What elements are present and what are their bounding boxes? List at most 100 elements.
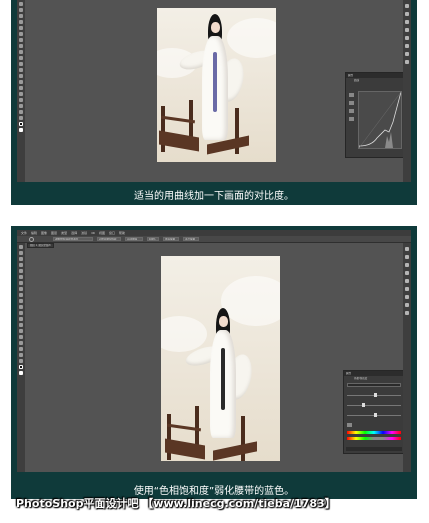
curves-graph[interactable] (358, 91, 402, 149)
path-select-tool-icon[interactable] (19, 98, 23, 102)
menu-item-file[interactable]: 文件 (21, 231, 27, 235)
path-select-tool-icon[interactable] (19, 341, 23, 345)
hand-tool-icon[interactable] (19, 110, 23, 114)
brush-tool-icon[interactable] (19, 44, 23, 48)
option-checkbox[interactable]: 自动增强 (125, 237, 143, 241)
foreground-color-swatch[interactable] (19, 365, 23, 369)
quick-select-tool-icon[interactable] (19, 263, 23, 267)
stamp-tool-icon[interactable] (19, 293, 23, 297)
swatches-panel-icon[interactable] (405, 295, 409, 299)
menu-item-window[interactable]: 窗口 (109, 231, 115, 235)
marquee-tool-icon[interactable] (19, 251, 23, 255)
mist-shape (161, 316, 207, 352)
left-toolbar (17, 0, 25, 182)
canvas-photo (161, 256, 280, 461)
zoom-100-button[interactable]: 100% (147, 237, 159, 241)
gradient-tool-icon[interactable] (19, 311, 23, 315)
document-tab[interactable]: 图层 1, 图层蒙版/8 (27, 243, 54, 248)
right-panel-strip (403, 0, 411, 182)
zoom-tool-option-icon[interactable] (29, 237, 34, 242)
fit-screen-button[interactable]: 适合屏幕 (183, 237, 199, 241)
blur-tool-icon[interactable] (19, 317, 23, 321)
history-panel-icon[interactable] (405, 4, 409, 8)
zoom-tool-icon[interactable] (19, 116, 23, 120)
eyedropper-tool-icon[interactable] (19, 32, 23, 36)
lasso-tool-icon[interactable] (19, 14, 23, 18)
layers-panel-icon[interactable] (405, 271, 409, 275)
character-panel-icon[interactable] (405, 311, 409, 315)
crop-tool-icon[interactable] (19, 269, 23, 273)
properties-panel-icon[interactable] (405, 255, 409, 259)
history-brush-tool-icon[interactable] (19, 299, 23, 303)
lightness-slider-handle[interactable] (374, 413, 377, 417)
menu-item-view[interactable]: 视图 (99, 231, 105, 235)
eraser-tool-icon[interactable] (19, 62, 23, 66)
eyedropper-gray-icon[interactable] (349, 109, 354, 113)
dodge-tool-icon[interactable] (19, 323, 23, 327)
curve-point-tool-icon[interactable] (349, 93, 354, 97)
option-checkbox[interactable]: 对所有图层取样 (97, 237, 121, 241)
menu-item-select[interactable]: 选择 (71, 231, 77, 235)
menu-item-filter[interactable]: 滤镜 (81, 231, 87, 235)
stamp-tool-icon[interactable] (19, 50, 23, 54)
hue-slider-handle[interactable] (374, 393, 377, 397)
history-brush-tool-icon[interactable] (19, 56, 23, 60)
option-button[interactable]: 调整蒙版/选择并遮住 (53, 237, 93, 241)
menu-item-type[interactable]: 类型 (61, 231, 67, 235)
dodge-tool-icon[interactable] (19, 80, 23, 84)
color-panel-icon[interactable] (405, 303, 409, 307)
left-toolbar (17, 243, 25, 472)
eyedropper-tool-icon[interactable] (19, 275, 23, 279)
preset-dropdown[interactable] (347, 383, 401, 387)
pen-tool-icon[interactable] (19, 86, 23, 90)
background-color-swatch[interactable] (19, 371, 23, 375)
photoshop-window: 文件 编辑 图像 图层 类型 选择 滤镜 3D 视图 窗口 帮助 调整蒙版/选择… (17, 230, 411, 472)
eyedropper-icon[interactable] (347, 423, 352, 427)
shape-tool-icon[interactable] (19, 347, 23, 351)
pen-tool-icon[interactable] (19, 329, 23, 333)
paths-panel-icon[interactable] (405, 44, 409, 48)
quick-select-tool-icon[interactable] (19, 20, 23, 24)
background-color-swatch[interactable] (19, 128, 23, 132)
eyedropper-white-icon[interactable] (349, 117, 354, 121)
type-tool-icon[interactable] (19, 92, 23, 96)
canvas-photo (157, 8, 276, 162)
swatches-panel-icon[interactable] (405, 52, 409, 56)
foreground-color-swatch[interactable] (19, 122, 23, 126)
type-tool-icon[interactable] (19, 335, 23, 339)
menu-item-help[interactable]: 帮助 (119, 231, 125, 235)
move-tool-icon[interactable] (19, 2, 23, 6)
menu-item-3d[interactable]: 3D (91, 231, 95, 235)
channels-panel-icon[interactable] (405, 36, 409, 40)
adjustments-panel-icon[interactable] (405, 20, 409, 24)
history-panel-icon[interactable] (405, 247, 409, 251)
adjustments-panel-icon[interactable] (405, 263, 409, 267)
shape-tool-icon[interactable] (19, 104, 23, 108)
menu-item-edit[interactable]: 编辑 (31, 231, 37, 235)
crop-tool-icon[interactable] (19, 26, 23, 30)
menu-item-image[interactable]: 图像 (41, 231, 47, 235)
fill-screen-button[interactable]: 填充屏幕 (163, 237, 179, 241)
zoom-tool-icon[interactable] (19, 359, 23, 363)
photoshop-window: 属性 曲线 (17, 0, 411, 182)
eraser-tool-icon[interactable] (19, 305, 23, 309)
blur-tool-icon[interactable] (19, 74, 23, 78)
move-tool-icon[interactable] (19, 245, 23, 249)
healing-tool-icon[interactable] (19, 281, 23, 285)
paths-panel-icon[interactable] (405, 287, 409, 291)
properties-panel-icon[interactable] (405, 12, 409, 16)
brush-tool-icon[interactable] (19, 287, 23, 291)
channels-panel-icon[interactable] (405, 279, 409, 283)
saturation-slider-handle[interactable] (362, 403, 365, 407)
figure-face (211, 22, 220, 33)
healing-tool-icon[interactable] (19, 38, 23, 42)
color-panel-icon[interactable] (405, 60, 409, 64)
saturation-slider[interactable] (347, 405, 401, 406)
lasso-tool-icon[interactable] (19, 257, 23, 261)
menu-item-layer[interactable]: 图层 (51, 231, 57, 235)
layers-panel-icon[interactable] (405, 28, 409, 32)
eyedropper-black-icon[interactable] (349, 101, 354, 105)
gradient-tool-icon[interactable] (19, 68, 23, 72)
marquee-tool-icon[interactable] (19, 8, 23, 12)
hand-tool-icon[interactable] (19, 353, 23, 357)
